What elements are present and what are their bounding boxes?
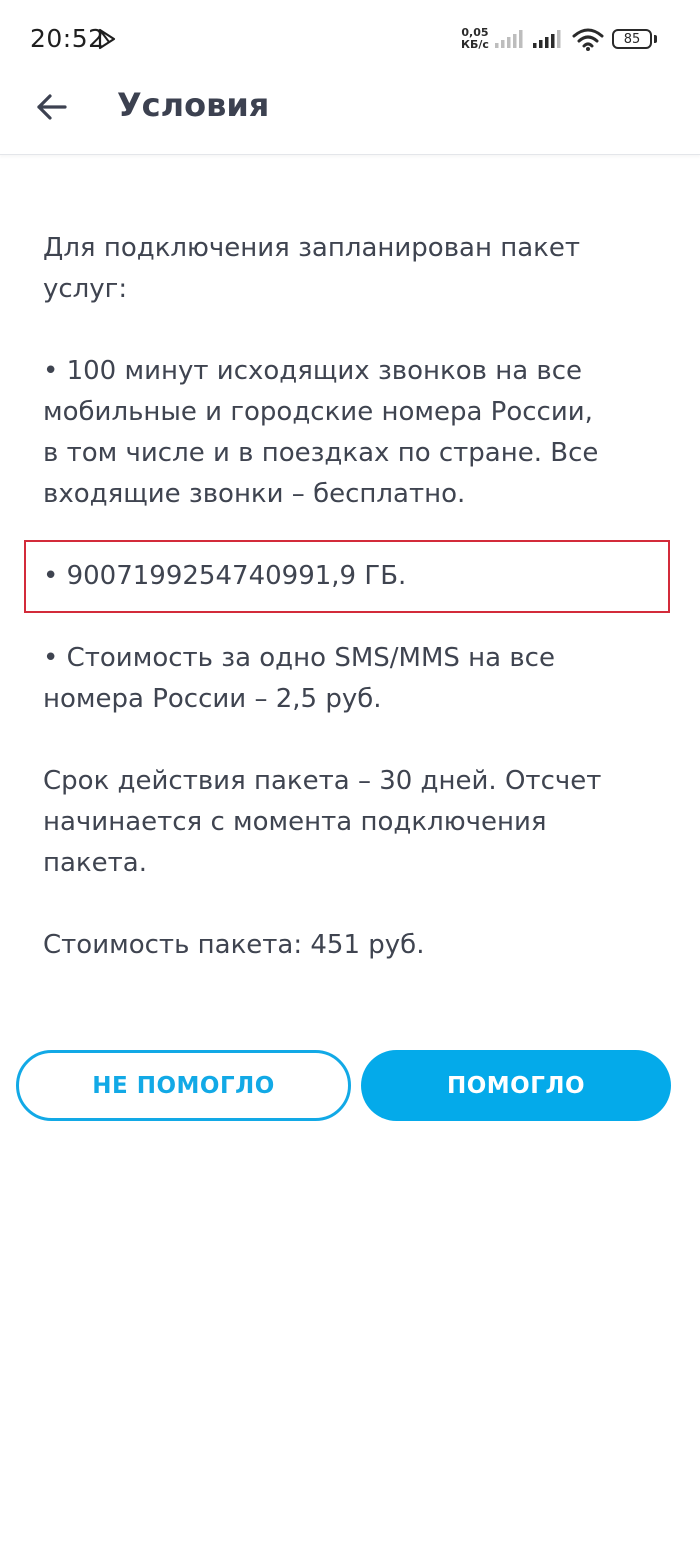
text-line: услуг: [43, 274, 128, 304]
text-line: начинается с момента подключения [43, 807, 547, 837]
text-line: входящие звонки – бесплатно. [43, 479, 466, 509]
app-bar: Условия [0, 80, 700, 155]
intro-paragraph: Для подключения запланирован пакет услуг… [43, 228, 643, 310]
arrow-left-icon [35, 93, 67, 125]
text-line: • Стоимость за одно SMS/MMS на все [43, 643, 555, 673]
signal-icon [495, 30, 525, 52]
text-line: Срок действия пакета – 30 дней. Отсчет [43, 766, 602, 796]
page-title: Условия [117, 86, 270, 124]
battery-tip [654, 35, 657, 43]
price-paragraph: Стоимость пакета: 451 руб. [43, 930, 425, 960]
calls-paragraph: • 100 минут исходящих звонков на все моб… [43, 351, 643, 515]
play-store-icon [97, 28, 117, 54]
helped-button[interactable]: ПОМОГЛО [361, 1050, 671, 1121]
highlight-annotation-box [24, 540, 670, 613]
text-line: пакета. [43, 848, 147, 878]
status-bar: 20:52 0,05 КБ/с 85 [0, 0, 700, 80]
sms-paragraph: • Стоимость за одно SMS/MMS на все номер… [43, 638, 643, 720]
network-speed-unit: КБ/с [461, 38, 489, 51]
text-line: Для подключения запланирован пакет [43, 233, 580, 263]
network-speed: 0,05 КБ/с [461, 27, 489, 51]
text-line: мобильные и городские номера России, [43, 397, 593, 427]
text-line: номера России – 2,5 руб. [43, 684, 382, 714]
signal-icon [533, 30, 563, 52]
status-time: 20:52 [30, 24, 105, 53]
validity-paragraph: Срок действия пакета – 30 дней. Отсчет н… [43, 761, 643, 884]
text-line: в том числе и в поездках по стране. Все [43, 438, 599, 468]
battery-icon: 85 [612, 29, 652, 49]
text-line: • 100 минут исходящих звонков на все [43, 356, 583, 386]
wifi-icon [572, 27, 604, 55]
back-button[interactable] [22, 84, 80, 134]
not-helped-button[interactable]: НЕ ПОМОГЛО [16, 1050, 351, 1121]
